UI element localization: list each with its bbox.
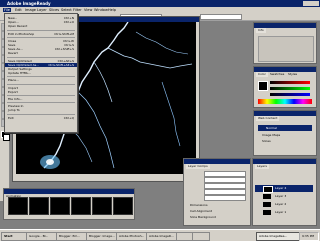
menu-item-label: Revert [8,51,18,56]
file-menu-item[interactable]: File Info... [5,97,77,101]
layer-name: Layer 2 [275,202,287,206]
menu-layer[interactable]: Layer [37,8,47,12]
slices-label: Slices [262,139,271,143]
option-dimensions[interactable]: Dimensions [190,203,208,207]
file-menu-item[interactable]: Edit in Photoshop Ctrl+Shift+M [5,32,77,36]
red-slider[interactable] [270,81,310,84]
tab-color[interactable]: Color [256,72,268,77]
file-menu: New... Ctrl+N Open... Ctrl+O Open Recent Edit… [4,13,78,133]
animation-frame[interactable] [8,197,28,215]
menu-select[interactable]: Select [61,8,72,12]
app-title-bar: Adobe ImageReady [0,0,320,7]
menu-item-label: Place... [8,78,19,83]
menu-item-label: Export [8,89,18,94]
animation-panel: Animation [3,188,135,220]
window-controls[interactable] [303,1,319,6]
info-panel: Info [253,22,317,64]
web-content-panel: Web Content Normal Image Maps Slices [253,110,317,156]
menu-window[interactable]: Window [94,8,108,12]
menu-item-label: Update HTML... [8,71,32,76]
animation-frame[interactable] [92,197,112,215]
option-slice-background[interactable]: Slice Background [190,215,216,219]
layer-thumbnail [263,202,271,207]
menu-item-shortcut: Ctrl+Q [63,115,74,120]
layer-row[interactable]: Layer 3 [255,193,313,200]
menu-edit[interactable]: Edit [15,8,22,12]
file-menu-item[interactable]: Export [5,90,77,94]
color-preview-swatch[interactable] [258,81,268,91]
tab-layer-comps[interactable]: Layer Comps [186,164,210,169]
background-color-swatch[interactable] [3,134,10,141]
menu-separator [7,95,75,96]
menu-view[interactable]: View [84,8,92,12]
tab-layers[interactable]: Layers [255,164,269,169]
info-preview [258,36,314,62]
menu-file[interactable]: File [3,8,11,12]
menu-item-label: Jump To [8,108,20,113]
image-maps-label: Image Maps [262,133,281,137]
alt-field[interactable] [204,195,246,201]
menu-item-shortcut: Ctrl+Shift+M [54,31,74,36]
animation-frame[interactable] [50,197,70,215]
menu-separator [7,56,75,58]
layer-name: Layer 4 [275,186,287,190]
web-content-normal-label: Normal [266,126,277,130]
menu-slices[interactable]: Slices [49,8,59,12]
layer-row[interactable]: Layer 1 [255,209,313,216]
layer-thumbnail [263,194,271,199]
file-menu-item[interactable]: Revert [5,51,77,55]
tab-info[interactable]: Info [256,28,266,33]
menu-item-label: Exit [8,115,14,120]
menu-separator [7,76,75,78]
color-spectrum[interactable] [258,99,312,104]
menu-separator [7,83,75,85]
layer-row[interactable]: Layer 2 [255,201,313,208]
file-menu-item[interactable]: Place... [5,78,77,82]
menu-item-label: Open Recent [8,24,28,29]
option-cell-alignment[interactable]: Cell Alignment [190,209,212,213]
color-panel: Color Swatches Styles [253,66,317,108]
layer-row[interactable]: Layer 4 [255,185,313,193]
menu-image[interactable]: Image [25,8,36,12]
file-menu-item[interactable]: Jump To [5,108,77,112]
menu-item-label: Edit in Photoshop [8,31,35,36]
animation-frame[interactable] [113,197,133,215]
layer-thumbnail [263,186,273,193]
menu-filter[interactable]: Filter [73,8,82,12]
layer-thumbnail [263,210,271,215]
green-slider[interactable] [270,87,310,90]
menu-separator [7,113,75,115]
animation-titlebar [4,189,134,194]
file-menu-item[interactable]: Open Recent [5,24,77,28]
layer-name: Layer 3 [275,194,287,198]
blue-slider[interactable] [270,93,310,96]
menu-separator [7,36,75,38]
menu-separator [7,102,75,104]
menu-item-label: File Info... [8,97,23,101]
file-menu-item[interactable]: Update HTML... [5,71,77,75]
tab-web-content[interactable]: Web Content [256,116,280,121]
slice-options-panel: Layer Comps Dimensions Cell Alignment Sl… [183,158,251,226]
file-menu-item[interactable]: Exit Ctrl+Q [5,116,77,120]
layer-name: Layer 1 [275,210,287,214]
tab-swatches[interactable]: Swatches [268,72,286,77]
menu-separator [7,29,75,31]
app-title: Adobe ImageReady [7,1,51,6]
tab-styles[interactable]: Styles [286,72,299,77]
menu-help[interactable]: Help [108,8,116,12]
web-content-normal-row[interactable]: Normal [258,125,312,131]
taskbar: Start Google - Bl... Blogger: Em... Blog… [0,229,320,241]
animation-frame[interactable] [29,197,49,215]
options-field-2[interactable] [200,14,242,20]
animation-frame[interactable] [71,197,91,215]
layers-panel: Layers Layer 4 Layer 3 Layer 2 Layer 1 [252,158,317,226]
